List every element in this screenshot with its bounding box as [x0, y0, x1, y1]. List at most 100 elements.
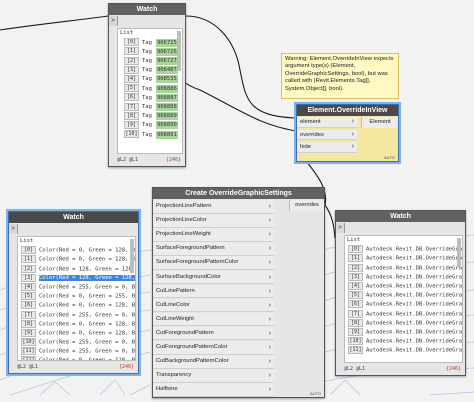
list-item[interactable]: [7] Color(Red = 255, Green = 0, Blu [18, 310, 135, 320]
list-item[interactable]: [8] Color(Red = 0, Green = 128, Blu [18, 319, 135, 329]
level-indicator: @L2 @L1 [117, 157, 139, 163]
list-item[interactable]: [4] Color(Red = 255, Green = 0, Blu [18, 282, 135, 292]
input-port-projectionlinecolor[interactable]: ProjectionLineColor › [153, 214, 274, 228]
list-item[interactable]: [4] Tag 908535 [118, 74, 182, 84]
list-item[interactable]: [9] Color(Red = 0, Green = 128, Blu [18, 328, 135, 338]
input-port-cutforegroundpattern[interactable]: CutForegroundPattern › [153, 326, 274, 341]
input-port-surfaceforegroundpatterncolor[interactable]: SurfaceForegroundPatternColor › [153, 256, 274, 270]
list-item[interactable]: [9] Tag 908890 [118, 120, 182, 130]
watch-node-colors[interactable]: Watch > List [0] Color(Red = 0, Green = 1… [8, 211, 139, 374]
list-item[interactable]: [2] Color(Red = 128, Green = 128, Bl [18, 264, 135, 274]
port-label: SurfaceForegroundPattern [156, 245, 225, 252]
list-item[interactable]: [6] Tag 908887 [118, 93, 182, 102]
list-item[interactable]: [10] Color(Red = 255, Green = 0, Blu [18, 338, 135, 347]
list-item[interactable]: [9]Autodesk.Revit.DB.OverrideGraphicSe [345, 327, 462, 337]
list-item[interactable]: [11]Autodesk.Revit.DB.OverrideGraphicSe [345, 346, 462, 355]
input-port-surfaceforegroundpattern[interactable]: SurfaceForegroundPattern › [153, 242, 274, 256]
watch-output-panel[interactable]: List [0]Autodesk.Revit.DB.OverrideGraphi… [344, 235, 463, 363]
list-item[interactable]: [6] Color(Red = 0, Green = 128, Blu [18, 301, 135, 310]
output-port-overrides[interactable]: overrides [289, 200, 324, 211]
input-port-element[interactable]: element › [297, 117, 357, 128]
list-item[interactable]: [4]Autodesk.Revit.DB.OverrideGraphicSe [345, 281, 462, 291]
list-item[interactable]: [8]Autodesk.Revit.DB.OverrideGraphicSe [345, 318, 462, 328]
tag-id-value: 906725 [155, 38, 178, 47]
port-label: hide [300, 144, 311, 150]
list-item[interactable]: [12] Color(Red = 0, Green = 128, Blu [18, 356, 135, 360]
list-item[interactable]: [3] Color(Red = 128, Green = 128, B [18, 273, 135, 283]
input-port-halftone[interactable]: Halftone › [153, 383, 274, 397]
list-item[interactable]: [0] Color(Red = 0, Green = 128, Blu [18, 246, 135, 255]
list-index: [6] [348, 300, 363, 309]
list-index: [4] [21, 282, 36, 291]
list-index: [9] [21, 328, 36, 337]
input-port-overrides[interactable]: overrides › [297, 129, 357, 140]
watch-node-tags[interactable]: Watch > List [0] Tag 906725 [1] Tag 906726 [2]… [108, 3, 186, 167]
input-port-hide[interactable]: hide › [297, 142, 357, 153]
list-item[interactable]: [1] Tag 906726 [118, 47, 182, 56]
list-item[interactable]: [0] Tag 906725 [118, 38, 182, 47]
input-port-surfacebackgroundcolor[interactable]: SurfaceBackgroundColor › [153, 270, 274, 285]
list-item[interactable]: [0]Autodesk.Revit.DB.OverrideGraphicSe [345, 245, 462, 254]
input-port-projectionlineweight[interactable]: ProjectionLineWeight › [153, 228, 274, 242]
list-item[interactable]: [10]Autodesk.Revit.DB.OverrideGraphicSe [345, 337, 462, 346]
list-item[interactable]: [3]Autodesk.Revit.DB.OverrideGraphicSe [345, 272, 462, 282]
port-label: SurfaceForegroundPatternColor [156, 259, 239, 266]
scrollbar[interactable] [177, 31, 181, 71]
list-item[interactable]: [10] Tag 908891 [118, 130, 182, 139]
list-item[interactable]: [11] Color(Red = 255, Green = 0, Blu [18, 347, 135, 356]
item-count: {246} [445, 366, 461, 372]
list-item[interactable]: [1]Autodesk.Revit.DB.OverrideGraphicSe [345, 254, 462, 263]
input-port[interactable]: > [109, 16, 118, 26]
element-override-in-view-node[interactable]: Element.OverrideInView element › overrides… [296, 104, 399, 162]
list-item[interactable]: [3] Tag 908487 [118, 65, 182, 75]
list-label: List [347, 237, 361, 243]
input-port[interactable]: > [336, 223, 345, 233]
list-item[interactable]: [5] Tag 908886 [118, 84, 182, 93]
item-type-label: Tag [142, 131, 152, 138]
input-port-cutlinecolor[interactable]: CutLineColor › [153, 298, 274, 313]
scrollbar[interactable] [130, 239, 134, 273]
watch-output-panel[interactable]: List [0] Color(Red = 0, Green = 128, Blu[… [17, 236, 136, 361]
override-value: Autodesk.Revit.DB.OverrideGraphicSe [366, 265, 463, 272]
color-value: Color(Red = 255, Green = 0, Blu [39, 348, 136, 355]
input-port-transparency[interactable]: Transparency › [153, 369, 274, 383]
chevron-right-icon: › [351, 130, 354, 138]
list-item[interactable]: [1] Color(Red = 0, Green = 128, Blu [18, 255, 135, 264]
watch-footer: @L2 @L1 {246} [344, 366, 463, 373]
output-port-element[interactable]: Element [361, 117, 398, 128]
tag-id-value: 908887 [155, 93, 178, 102]
input-port-cutlinepattern[interactable]: CutLinePattern › [153, 284, 274, 299]
list-item[interactable]: [2]Autodesk.Revit.DB.OverrideGraphicSe [345, 263, 463, 273]
list-item[interactable]: [5]Autodesk.Revit.DB.OverrideGraphicSe [345, 291, 462, 300]
create-override-graphic-settings-node[interactable]: Create OverrideGraphicSettings Projectio… [152, 187, 325, 398]
list-item[interactable]: [5] Color(Red = 0, Green = 255, Blu [18, 292, 135, 301]
input-port-projectionlinepattern[interactable]: ProjectionLinePattern › [153, 200, 274, 214]
item-count: {246} [165, 157, 181, 163]
list-item[interactable]: [8] Tag 908889 [118, 111, 182, 121]
color-value: Color(Red = 255, Green = 0, Blu [39, 339, 136, 346]
tag-id-value: 908886 [155, 84, 178, 93]
list-item[interactable]: [7]Autodesk.Revit.DB.OverrideGraphicSe [345, 309, 462, 319]
list-item[interactable]: [7] Tag 908888 [118, 102, 182, 112]
list-index: [2] [348, 263, 363, 272]
watch-footer: @L2 @L1 {246} [17, 364, 136, 371]
list-item[interactable]: [2] Tag 906727 [118, 56, 182, 66]
node-title: Watch [9, 212, 138, 223]
input-port[interactable]: > [9, 224, 18, 234]
input-port-cutlineweight[interactable]: CutLineWeight › [153, 312, 274, 327]
list-item[interactable]: [6]Autodesk.Revit.DB.OverrideGraphicSe [345, 300, 462, 309]
list-index: [4] [124, 74, 139, 83]
color-value: Color(Red = 128, Green = 128, B [39, 275, 135, 282]
input-port-cutforegroundpatterncolor[interactable]: CutForegroundPatternColor › [153, 341, 274, 355]
list-index: [0] [348, 245, 363, 254]
item-type-label: Tag [142, 122, 152, 129]
port-label: ProjectionLinePattern [156, 203, 212, 209]
item-type-label: Tag [142, 76, 152, 83]
watch-node-override-settings[interactable]: Watch > List [0] Autodesk.Revit.DB.Overri… [335, 210, 466, 376]
warning-text: Warning: Element.OverrideInView expects … [285, 56, 394, 92]
list-index: [9] [124, 120, 139, 129]
item-type-label: Tag [142, 58, 152, 65]
scrollbar[interactable] [457, 238, 461, 268]
input-port-cutbackgroundpatterncolor[interactable]: CutBackgroundPatternColor › [153, 355, 274, 369]
watch-output-panel[interactable]: List [0] Tag 906725 [1] Tag 906726 [2] Tag 90672… [117, 28, 183, 154]
